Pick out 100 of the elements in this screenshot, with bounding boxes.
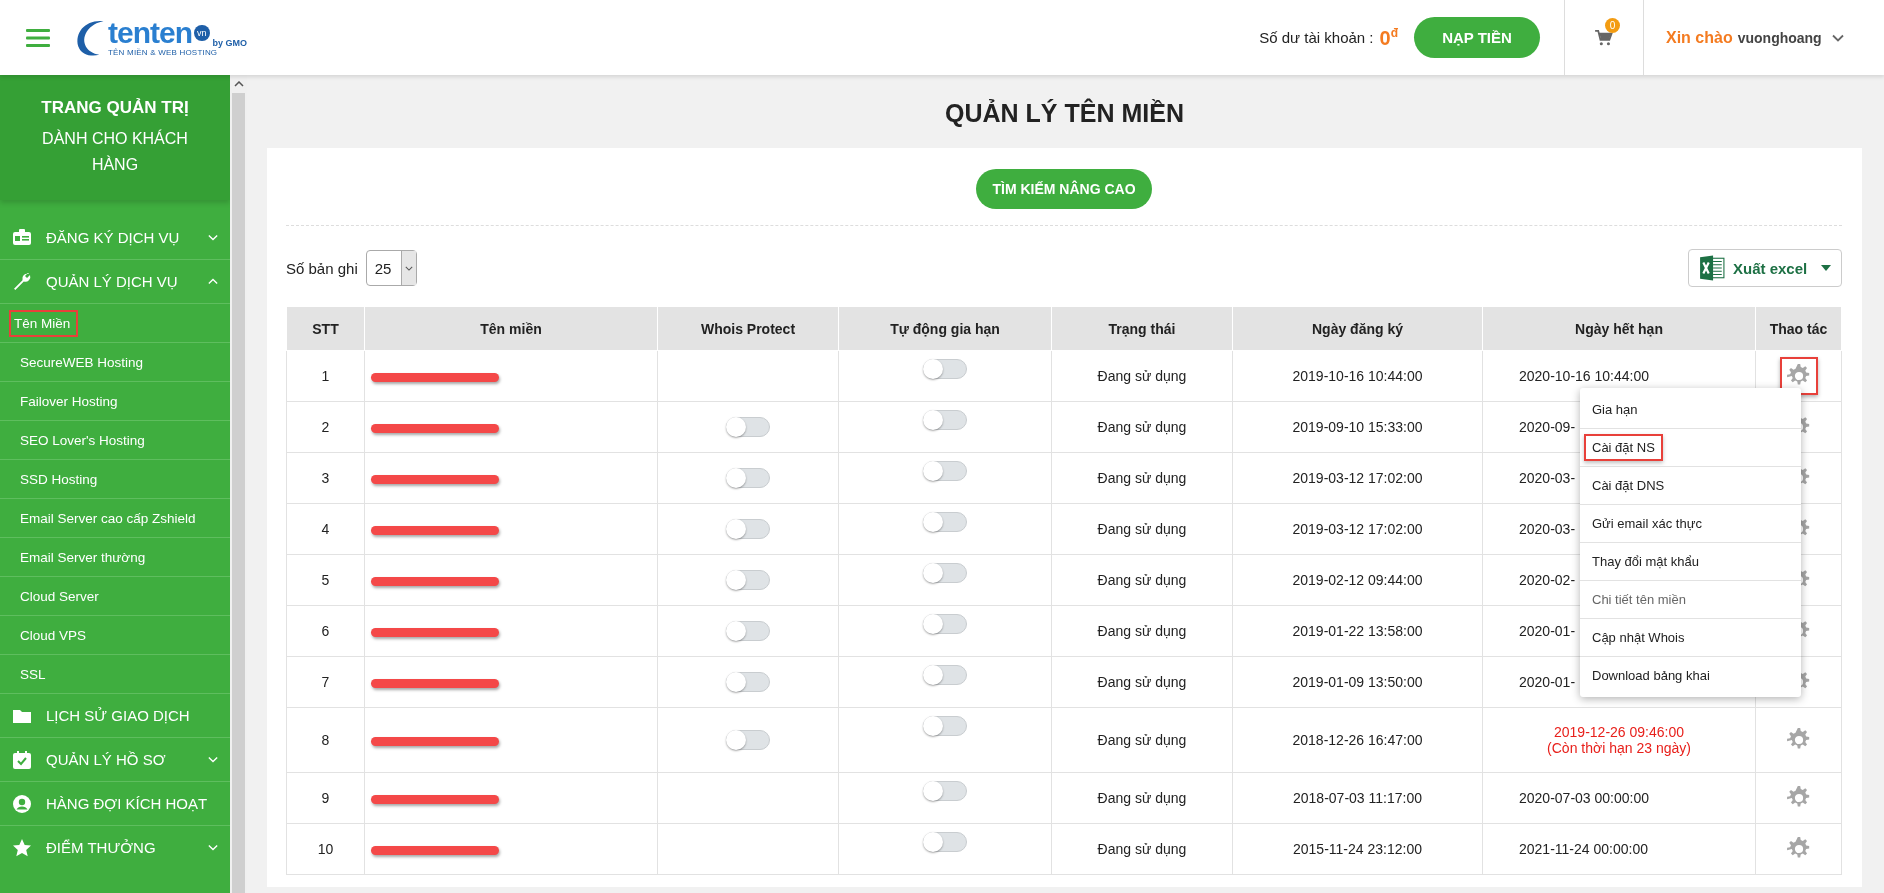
sidebar-subitem[interactable]: SSD Hosting	[2, 465, 106, 493]
menu-item[interactable]: Cài đặt DNS	[1584, 472, 1673, 499]
table-cell: Đang sử dụng	[1051, 503, 1233, 555]
table-cell: 2021-11-24 00:00:00	[1519, 841, 1648, 857]
table-cell: Đang sử dụng	[1051, 823, 1233, 875]
table-cell: Đang sử dụng	[1051, 350, 1233, 402]
column-header: STT	[286, 307, 365, 351]
toggle-switch[interactable]	[923, 461, 967, 481]
toggle-switch[interactable]	[923, 563, 967, 583]
sidebar-subitem[interactable]: SSL	[2, 660, 54, 688]
column-header: Trạng thái	[1051, 307, 1233, 351]
wrench-icon	[12, 271, 32, 292]
records-label: Số bản ghi	[286, 259, 358, 277]
toggle-switch[interactable]	[923, 410, 967, 430]
sidebar-item[interactable]: ĐĂNG KÝ DỊCH VỤ	[0, 216, 230, 259]
toggle-switch[interactable]	[923, 781, 967, 801]
toggle-switch[interactable]	[923, 832, 967, 852]
star-icon	[12, 837, 32, 858]
sidebar-subitem[interactable]: SecureWEB Hosting	[2, 348, 152, 376]
cart-icon[interactable]	[1595, 29, 1613, 46]
toggle-switch[interactable]	[923, 716, 967, 736]
greeting-label: Xin chào	[1666, 28, 1733, 47]
table-cell: 2020-03-	[1519, 470, 1576, 486]
table-cell: 8	[286, 707, 365, 773]
table-cell: 2019-01-22 13:58:00	[1232, 605, 1483, 657]
toggle-switch[interactable]	[923, 614, 967, 634]
table-cell: 2019-09-10 15:33:00	[1232, 401, 1483, 453]
sidebar-subtitle: DÀNH CHO KHÁCH HÀNG	[41, 128, 189, 175]
records-select[interactable]: 25	[365, 250, 418, 286]
table-cell: Đang sử dụng	[1051, 401, 1233, 453]
menu-item[interactable]: Cập nhật Whois	[1584, 624, 1693, 651]
logo-badge: vn	[194, 25, 210, 41]
advanced-search-button[interactable]: TÌM KIẾM NÂNG CAO	[976, 169, 1152, 209]
table-cell: 1	[286, 350, 365, 402]
column-header: Ngày đăng ký	[1232, 307, 1483, 351]
table-cell: 10	[286, 823, 365, 875]
menu-item[interactable]: Gửi email xác thực	[1584, 510, 1710, 537]
menu-item[interactable]: Cài đặt NS	[1584, 434, 1663, 461]
table-cell: 2019-02-12 09:44:00	[1232, 554, 1483, 606]
caret-down-icon	[1821, 265, 1831, 271]
table-cell: 2020-01-	[1519, 623, 1576, 639]
sidebar-subitem[interactable]: Tên Miền	[9, 309, 79, 337]
toggle-switch[interactable]	[726, 570, 770, 590]
sidebar-subitem[interactable]: Email Server thường	[2, 543, 154, 571]
table-cell: 2020-03-	[1519, 521, 1576, 537]
user-icon	[12, 793, 32, 814]
column-header: Tên miền	[364, 307, 658, 351]
table-cell: 6	[286, 605, 365, 657]
sidebar-subitem[interactable]: Cloud Server	[2, 582, 107, 610]
toggle-switch[interactable]	[726, 417, 770, 437]
logo-wordmark: tenten	[108, 18, 192, 48]
scroll-up-icon[interactable]	[233, 81, 244, 87]
toggle-switch[interactable]	[726, 621, 770, 641]
toggle-switch[interactable]	[726, 730, 770, 750]
top-up-button[interactable]: NẠP TIỀN	[1414, 17, 1540, 58]
column-header: Tự động gia hạn	[838, 307, 1052, 351]
expiry-note: (Còn thời hạn 23 ngày)	[1546, 740, 1692, 756]
table-cell: 2018-07-03 11:17:00	[1232, 772, 1483, 824]
toggle-switch[interactable]	[726, 672, 770, 692]
table-cell: Đang sử dụng	[1051, 605, 1233, 657]
table-cell: Đang sử dụng	[1051, 656, 1233, 708]
toggle-switch[interactable]	[923, 512, 967, 532]
column-header: Whois Protect	[657, 307, 839, 351]
cart-count-badge: 0	[1605, 17, 1620, 33]
sidebar-title: TRANG QUẢN TRỊ	[41, 97, 189, 118]
sidebar-subitem[interactable]: SEO Lover's Hosting	[2, 426, 153, 454]
sidebar-item[interactable]: HÀNG ĐỢI KÍCH HOẠT	[0, 781, 230, 825]
table-cell: Đang sử dụng	[1051, 452, 1233, 504]
table-cell: 7	[286, 656, 365, 708]
table-cell: 2019-10-16 10:44:00	[1232, 350, 1483, 402]
export-excel-button[interactable]: Xuất excel	[1688, 249, 1842, 287]
table-cell-text: 2019-12-26 09:46:00	[1553, 724, 1685, 740]
id-card-icon	[12, 227, 32, 248]
menu-icon[interactable]	[26, 27, 50, 48]
menu-item[interactable]: Gia hạn	[1584, 396, 1646, 423]
table-cell: 2019-01-09 13:50:00	[1232, 656, 1483, 708]
column-header: Thao tác	[1755, 307, 1842, 351]
sidebar-subitem[interactable]: Failover Hosting	[2, 387, 126, 415]
table-cell: 2020-09-	[1519, 419, 1576, 435]
sidebar-subitem[interactable]: Cloud VPS	[2, 621, 95, 649]
table-cell: 2020-07-03 00:00:00	[1519, 790, 1649, 806]
toggle-switch[interactable]	[726, 519, 770, 539]
username-label[interactable]: vuonghoang	[1737, 29, 1822, 46]
table-cell: Đang sử dụng	[1051, 772, 1233, 824]
toggle-switch[interactable]	[923, 665, 967, 685]
chevron-down-icon[interactable]	[1831, 33, 1844, 42]
menu-item[interactable]: Thay đổi mật khẩu	[1584, 548, 1707, 575]
sidebar-item[interactable]: QUẢN LÝ HỒ SƠ	[0, 737, 230, 781]
table-cell: 2020-10-16 10:44:00	[1519, 368, 1649, 384]
sidebar-item[interactable]: LỊCH SỬ GIAO DỊCH	[0, 693, 230, 737]
sidebar-subitem[interactable]: Email Server cao cấp Zshield	[2, 504, 204, 532]
table-cell: 2020-01-	[1519, 674, 1576, 690]
menu-item[interactable]: Download bảng khai	[1584, 662, 1718, 689]
balance-value: 0$^{đ}$	[1379, 25, 1398, 50]
toggle-switch[interactable]	[726, 468, 770, 488]
column-header: Ngày hết hạn	[1482, 307, 1756, 351]
table-cell: 2015-11-24 23:12:00	[1232, 823, 1483, 875]
table-cell: 5	[286, 554, 365, 606]
balance-label: Số dư tài khoản :	[1259, 29, 1374, 46]
toggle-switch[interactable]	[923, 359, 967, 379]
